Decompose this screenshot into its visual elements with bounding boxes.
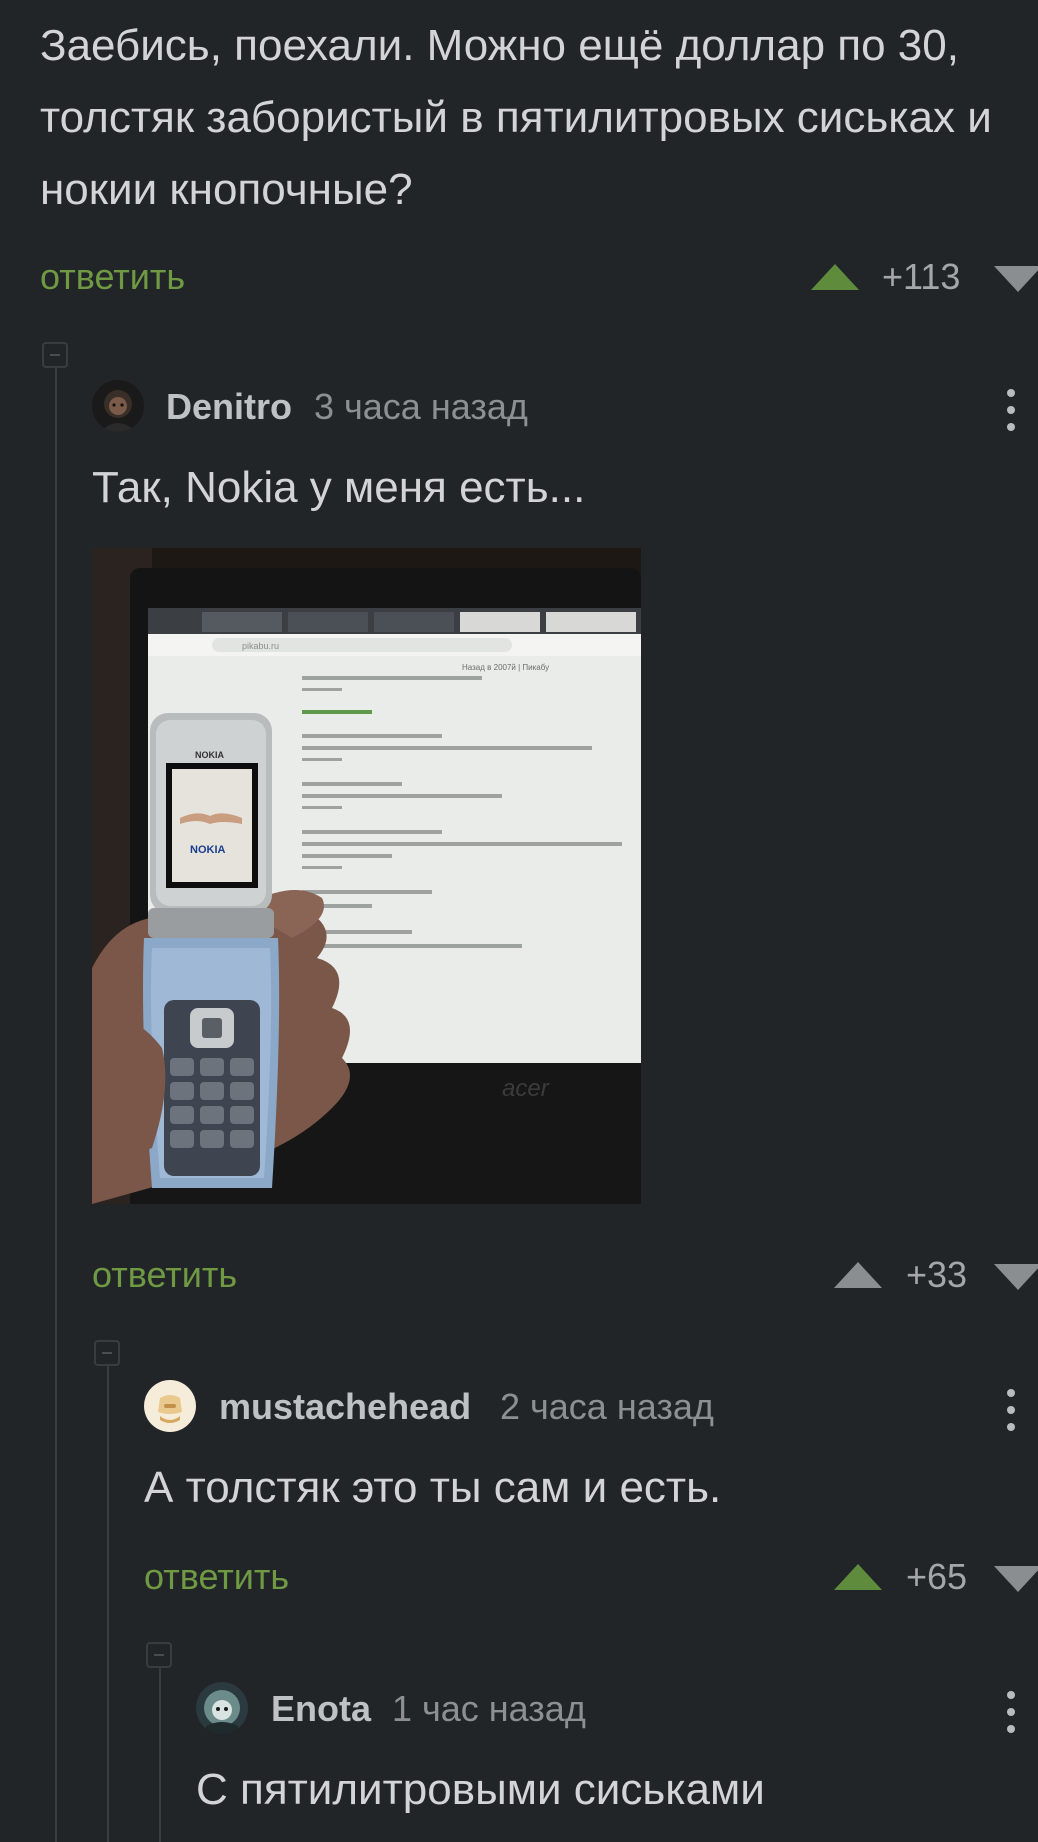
score-label: +113 — [882, 256, 961, 297]
upvote-icon[interactable] — [811, 264, 859, 290]
phone-screen-brand: NOKIA — [190, 844, 226, 856]
browser-page-title: Назад в 2007й | Пикабу — [462, 663, 549, 672]
downvote-icon[interactable] — [994, 1264, 1038, 1290]
username[interactable]: Denitro — [166, 386, 292, 428]
more-menu-icon[interactable] — [1007, 389, 1015, 440]
avatar[interactable] — [144, 1380, 196, 1432]
downvote-icon[interactable] — [994, 1566, 1038, 1592]
more-menu-icon[interactable] — [1007, 1389, 1015, 1440]
score-label: +65 — [906, 1556, 968, 1597]
timestamp: 2 часа назад — [500, 1386, 714, 1427]
comment-text: Заебись, поехали. Можно ещё доллар по 30… — [40, 21, 992, 214]
username[interactable]: Enota — [271, 1688, 371, 1730]
collapse-thread-icon[interactable] — [146, 1642, 172, 1668]
timestamp: 1 час назад — [392, 1688, 586, 1729]
upvote-icon[interactable] — [834, 1564, 882, 1590]
username[interactable]: mustachehead — [219, 1386, 471, 1428]
comment-text: Так, Nokia у меня есть... — [92, 463, 586, 512]
collapse-thread-icon[interactable] — [42, 342, 68, 368]
comment-text: А толстяк это ты сам и есть. — [144, 1463, 722, 1512]
downvote-icon[interactable] — [994, 266, 1038, 292]
reply-button[interactable]: ответить — [40, 256, 185, 298]
thread-line — [55, 366, 57, 1842]
laptop-brand: acer — [502, 1075, 550, 1102]
collapse-thread-icon[interactable] — [94, 1340, 120, 1366]
timestamp: 3 часа назад — [314, 386, 528, 427]
thread-line — [159, 1666, 161, 1842]
score-label: +33 — [906, 1254, 968, 1295]
upvote-icon[interactable] — [834, 1262, 882, 1288]
browser-url: pikabu.ru — [242, 641, 279, 651]
phone-brand: NOKIA — [195, 750, 225, 760]
avatar[interactable] — [92, 380, 144, 432]
more-menu-icon[interactable] — [1007, 1691, 1015, 1742]
comment-photo[interactable]: pikabu.ru Назад в 2007й | Пикабу acer NO… — [92, 548, 641, 1204]
avatar[interactable] — [196, 1682, 248, 1734]
comment-text: С пятилитровыми сиськами — [196, 1765, 765, 1814]
reply-button[interactable]: ответить — [144, 1556, 289, 1598]
reply-button[interactable]: ответить — [92, 1254, 237, 1296]
thread-line — [107, 1364, 109, 1842]
